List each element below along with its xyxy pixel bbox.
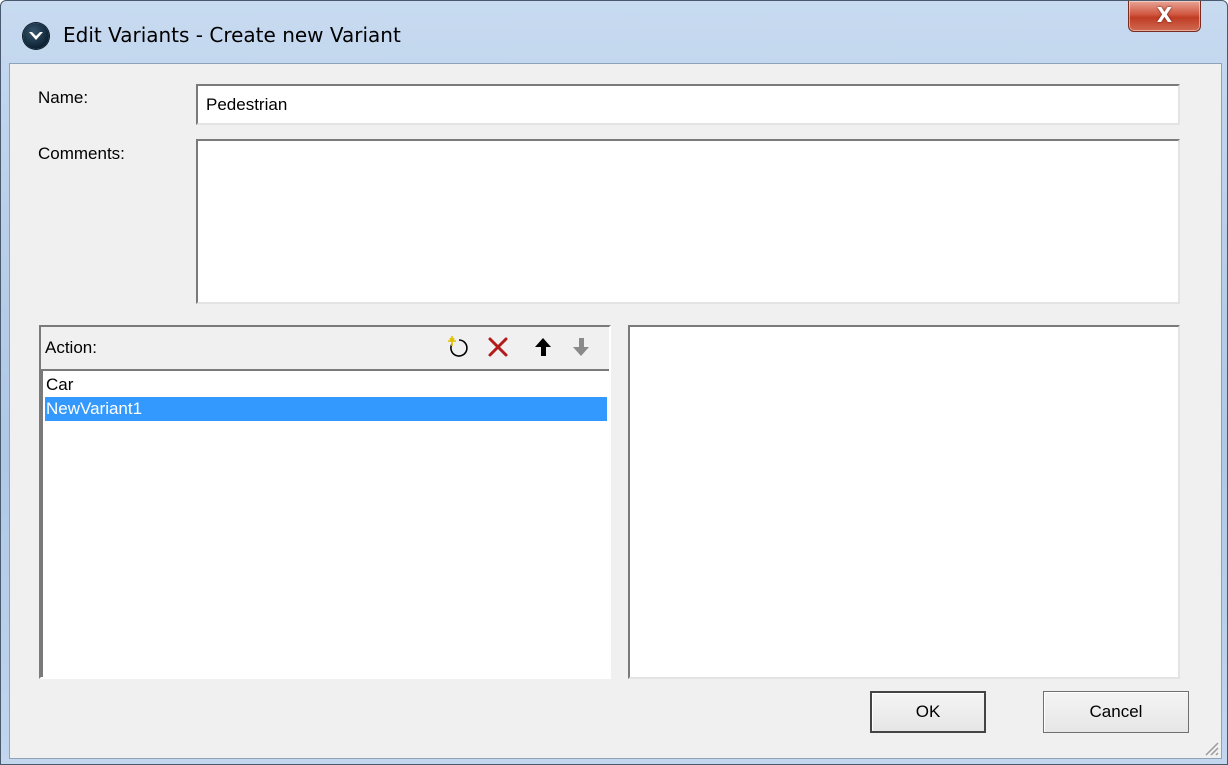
action-list-panel: Action: Car NewVariant1 (39, 325, 611, 679)
name-input-value: Pedestrian (206, 95, 288, 114)
title-bar[interactable]: Edit Variants - Create new Variant X (1, 1, 1227, 63)
list-item-car[interactable]: Car (45, 373, 607, 397)
action-listbox[interactable]: Car NewVariant1 (41, 369, 609, 677)
window-title: Edit Variants - Create new Variant (63, 23, 401, 47)
ok-button[interactable]: OK (870, 691, 986, 733)
comments-textarea[interactable] (196, 139, 1180, 304)
detail-panel[interactable] (628, 325, 1180, 679)
close-button[interactable]: X (1128, 1, 1201, 32)
dialog-window: Edit Variants - Create new Variant X Nam… (0, 0, 1228, 765)
name-input[interactable]: Pedestrian (196, 84, 1180, 125)
move-up-icon[interactable] (531, 335, 555, 359)
comments-label: Comments: (38, 144, 125, 163)
close-icon: X (1156, 3, 1173, 27)
name-label: Name: (38, 88, 89, 107)
list-item-label: NewVariant1 (46, 399, 143, 418)
action-header-label: Action: (45, 338, 97, 357)
cancel-button[interactable]: Cancel (1043, 691, 1189, 733)
action-list-header: Action: (41, 327, 609, 367)
app-icon (23, 23, 49, 49)
new-icon[interactable] (447, 335, 471, 359)
list-item-newvariant1[interactable]: NewVariant1 (45, 397, 607, 421)
move-down-icon[interactable] (569, 335, 593, 359)
list-item-label: Car (46, 375, 74, 394)
delete-icon[interactable] (486, 335, 510, 359)
resize-grip-icon[interactable] (1201, 738, 1219, 756)
dialog-body: Name: Pedestrian Comments: Action: Car N… (9, 63, 1222, 759)
